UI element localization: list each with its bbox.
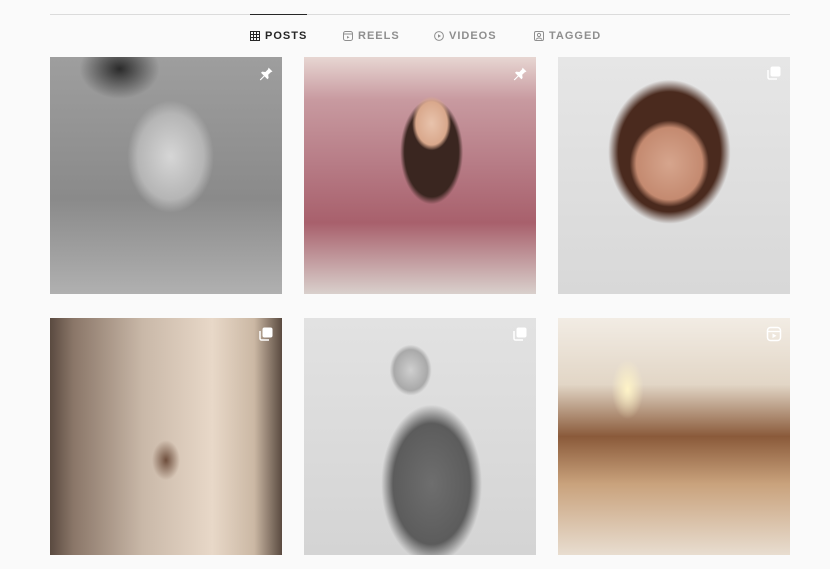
post-mirror-selfie[interactable] bbox=[50, 318, 282, 555]
tab-videos-label: VIDEOS bbox=[449, 30, 497, 42]
tab-posts[interactable]: POSTS bbox=[250, 14, 308, 58]
tab-tagged[interactable]: TAGGED bbox=[534, 14, 601, 58]
post-black-white-portrait[interactable] bbox=[304, 318, 536, 555]
carousel-icon bbox=[258, 326, 274, 342]
grid-icon bbox=[250, 31, 260, 41]
reel-icon bbox=[766, 326, 782, 342]
tab-reels-label: REELS bbox=[358, 30, 400, 42]
pin-icon bbox=[258, 65, 274, 81]
post-restaurant-interior[interactable] bbox=[558, 318, 790, 555]
video-icon bbox=[434, 31, 444, 41]
pin-icon bbox=[512, 65, 528, 81]
profile-tabs: POSTS REELS VIDEOS TAGGED bbox=[0, 14, 830, 58]
carousel-icon bbox=[766, 65, 782, 81]
post-laughing-portrait[interactable] bbox=[50, 57, 282, 294]
tab-videos[interactable]: VIDEOS bbox=[434, 14, 497, 58]
reels-icon bbox=[343, 31, 353, 41]
tab-tagged-label: TAGGED bbox=[549, 30, 602, 42]
tab-reels[interactable]: REELS bbox=[343, 14, 400, 58]
post-freckled-selfie[interactable] bbox=[558, 57, 790, 294]
tagged-icon bbox=[534, 31, 544, 41]
tab-posts-label: POSTS bbox=[265, 30, 308, 42]
post-selfie-hotel-room[interactable] bbox=[304, 57, 536, 294]
carousel-icon bbox=[512, 326, 528, 342]
